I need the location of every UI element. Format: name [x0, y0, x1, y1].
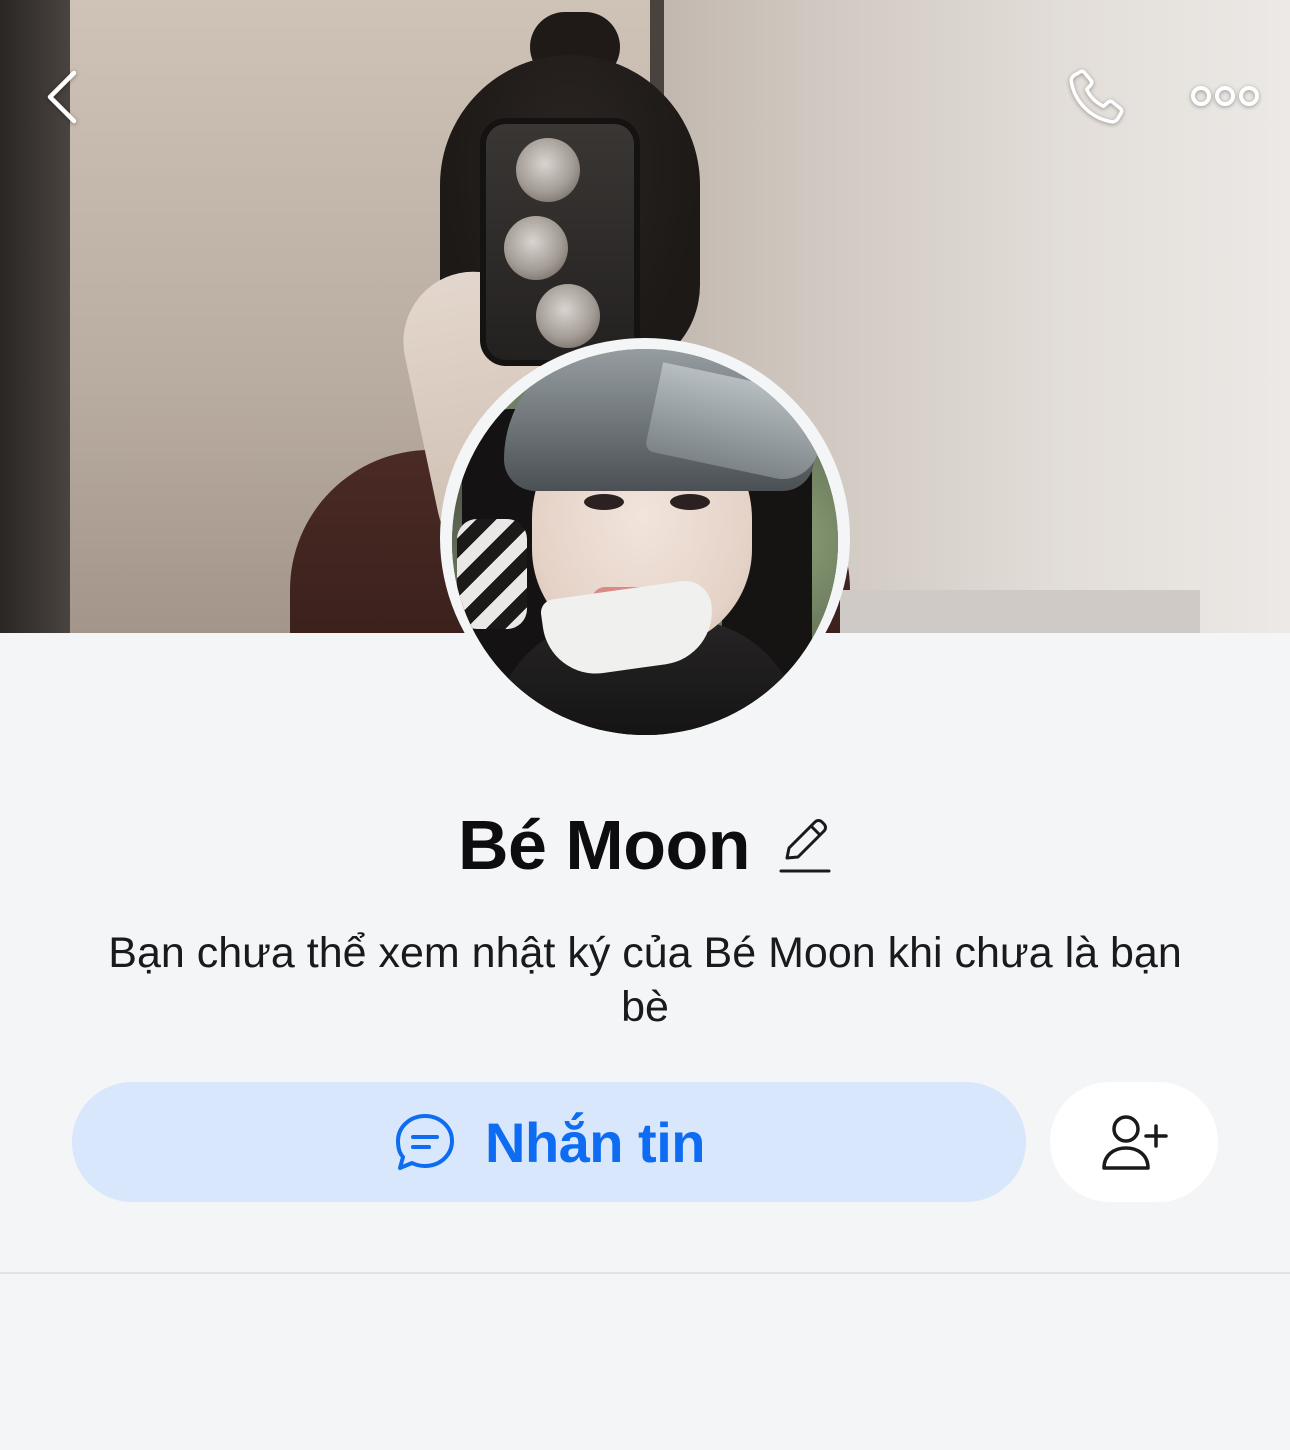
phone-sticker: [516, 138, 580, 202]
avatar-eye: [670, 494, 710, 510]
message-button-label: Nhắn tin: [485, 1110, 705, 1174]
back-button[interactable]: [30, 62, 94, 132]
add-friend-button[interactable]: [1050, 1082, 1218, 1202]
more-options-button[interactable]: [1180, 66, 1270, 126]
cover-floor: [840, 590, 1200, 633]
avatar-eye: [584, 494, 624, 510]
edit-name-button[interactable]: [776, 813, 832, 877]
privacy-message: Bạn chưa thể xem nhật ký của Bé Moon khi…: [108, 929, 1182, 1031]
chat-bubble-icon: [396, 1114, 454, 1170]
pencil-icon: [779, 819, 831, 873]
section-divider: [0, 1272, 1290, 1274]
phone-icon: [1069, 69, 1124, 124]
avatar-scarf: [457, 519, 527, 629]
message-button[interactable]: Nhắn tin: [72, 1082, 1026, 1202]
phone-sticker: [504, 216, 568, 280]
avatar[interactable]: [452, 349, 838, 735]
call-button[interactable]: [1055, 58, 1135, 138]
add-user-icon: [1102, 1115, 1168, 1170]
more-horizontal-icon: [1191, 86, 1259, 106]
profile-name-row: Bé Moon: [0, 800, 1290, 890]
cover-phone: [480, 118, 640, 366]
phone-sticker: [536, 284, 600, 348]
chevron-left-icon: [47, 70, 77, 124]
profile-page: Bé Moon Bạn chưa thể xem nhật ký của Bé …: [0, 0, 1290, 1450]
profile-name: Bé Moon: [457, 806, 751, 884]
